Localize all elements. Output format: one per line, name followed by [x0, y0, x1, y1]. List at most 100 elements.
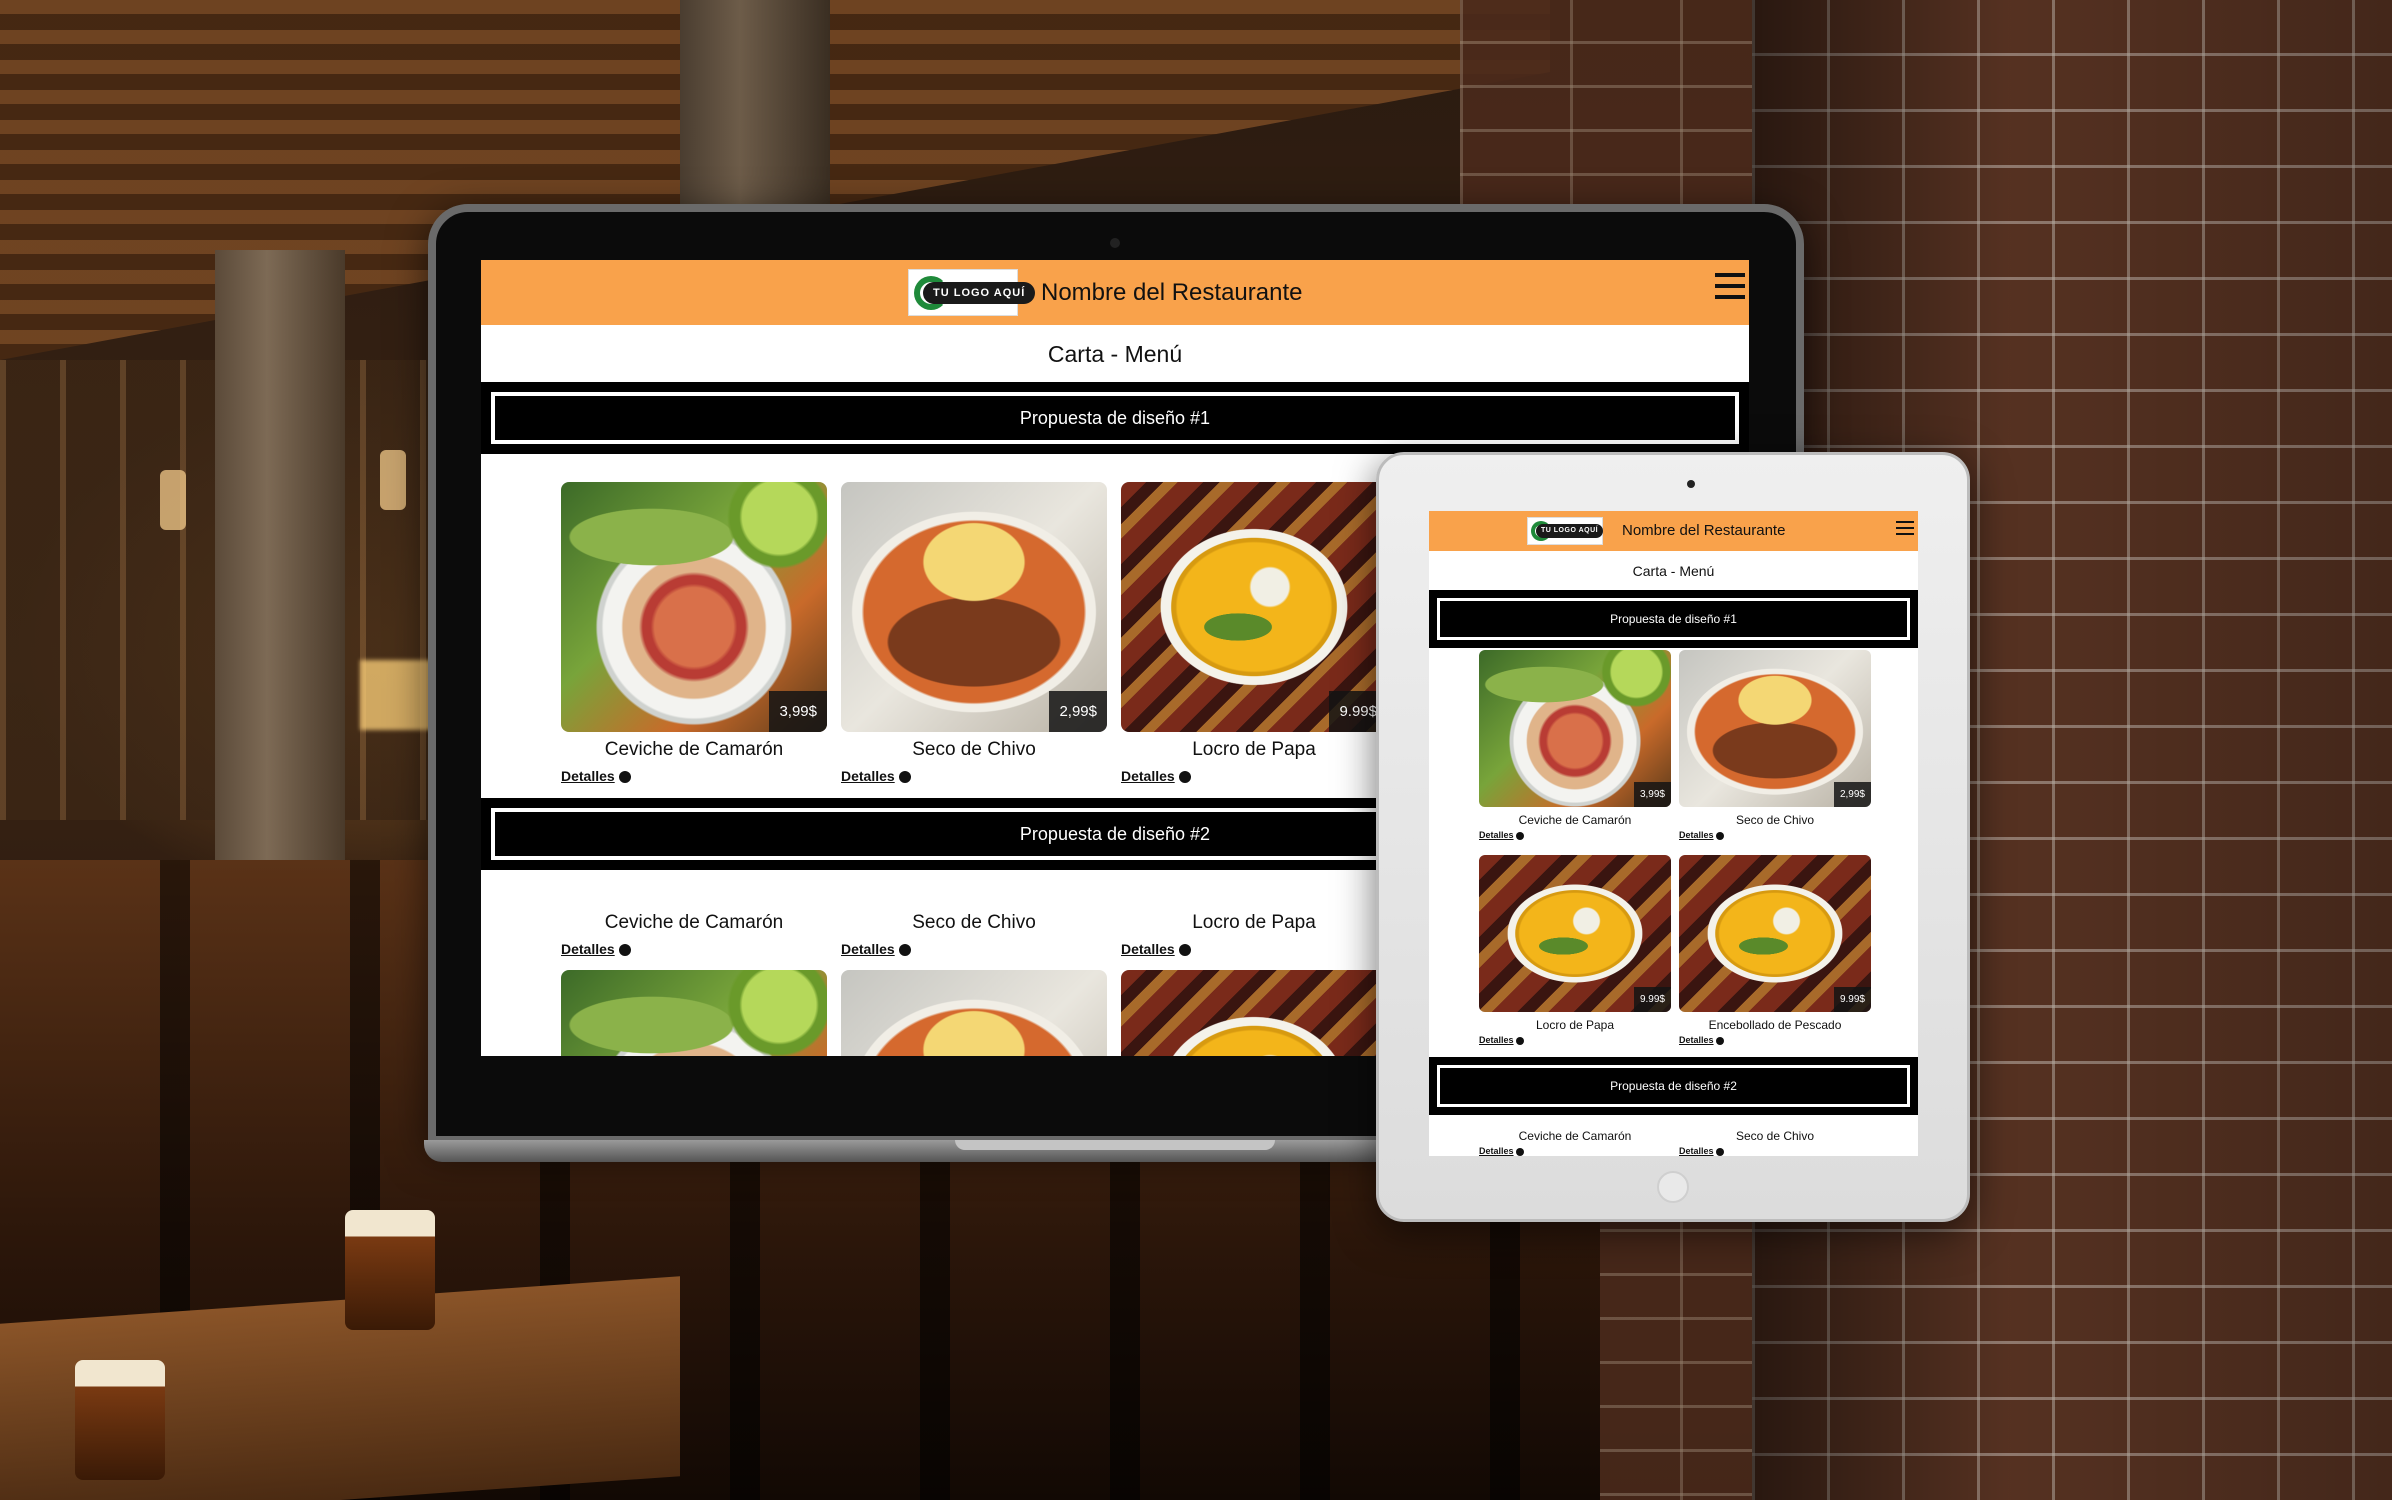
- logo-text: TU LOGO AQUÍ: [1536, 524, 1604, 538]
- details-label: Detalles: [1679, 1035, 1714, 1045]
- details-link[interactable]: Detalles: [1679, 1146, 1724, 1156]
- info-circle-icon: [1715, 1036, 1724, 1045]
- restaurant-name: Nombre del Restaurante: [1622, 522, 1786, 539]
- beer-mug: [75, 1360, 165, 1480]
- info-circle-icon: [618, 771, 631, 784]
- section-header[interactable]: Propuesta de diseño #1: [1429, 590, 1918, 648]
- info-circle-icon: [898, 944, 911, 957]
- info-circle-icon: [1715, 831, 1724, 840]
- dish-name: Seco de Chivo: [1735, 813, 1815, 827]
- info-circle-icon: [1178, 944, 1191, 957]
- details-link[interactable]: Detalles: [561, 768, 631, 784]
- menu-heading: Carta - Menú: [1047, 341, 1183, 367]
- ceviche-photo: 3,99$: [561, 482, 827, 732]
- locro-photo: 9.99$: [1479, 855, 1671, 1012]
- info-circle-icon: [618, 944, 631, 957]
- hamburger-icon[interactable]: [1715, 273, 1745, 299]
- menu-card[interactable]: 9.99$ Encebollado de Pescado Detalles: [1679, 855, 1871, 1051]
- dish-name: Locro de Papa: [1192, 739, 1316, 760]
- price-badge: 9.99$: [1833, 987, 1871, 1012]
- encebollado-photo: 9.99$: [1679, 855, 1871, 1012]
- details-link[interactable]: Detalles: [1479, 1146, 1524, 1156]
- restaurant-logo[interactable]: TU LOGO AQUÍ: [908, 269, 1036, 316]
- details-label: Detalles: [1479, 830, 1514, 840]
- info-circle-icon: [1515, 831, 1524, 840]
- info-circle-icon: [1515, 1036, 1524, 1045]
- laptop-notch: [955, 1140, 1275, 1150]
- seco-photo: [841, 970, 1107, 1056]
- price-badge: 3,99$: [769, 691, 827, 732]
- details-link[interactable]: Detalles: [841, 941, 911, 957]
- details-label: Detalles: [1679, 1146, 1714, 1156]
- restaurant-logo[interactable]: TU LOGO AQUÍ: [1527, 517, 1604, 545]
- menu-card[interactable]: 2,99$ Seco de Chivo Detalles: [841, 482, 1107, 792]
- menu-heading: Carta - Menú: [1632, 563, 1715, 579]
- locro-photo: [1121, 970, 1387, 1056]
- menu-card[interactable]: Seco de Chivo Detalles: [1679, 1129, 1871, 1156]
- seco-photo: 2,99$: [1679, 650, 1871, 807]
- details-label: Detalles: [1121, 768, 1175, 784]
- dish-name: Ceviche de Camarón: [1518, 1129, 1632, 1143]
- beer-mug: [345, 1210, 435, 1330]
- section-title: Propuesta de diseño #1: [1437, 598, 1910, 640]
- restaurant-name: Nombre del Restaurante: [1041, 279, 1303, 306]
- details-link[interactable]: Detalles: [561, 941, 631, 957]
- details-label: Detalles: [561, 941, 615, 957]
- menu-card[interactable]: Ceviche de Camarón Detalles: [1479, 1129, 1671, 1156]
- price-badge: 3,99$: [1633, 782, 1671, 807]
- ceviche-photo: [561, 970, 827, 1056]
- section-header[interactable]: Propuesta de diseño #1: [481, 382, 1749, 454]
- dish-name: Seco de Chivo: [1735, 1129, 1815, 1143]
- lamp: [380, 450, 406, 510]
- section-title: Propuesta de diseño #1: [491, 392, 1739, 444]
- section-header[interactable]: Propuesta de diseño #2: [1429, 1057, 1918, 1115]
- details-label: Detalles: [561, 768, 615, 784]
- site-header: TU LOGO AQUÍ Nombre del Restaurante: [481, 260, 1749, 325]
- menu-card[interactable]: 3,99$ Ceviche de Camarón Detalles: [561, 482, 827, 792]
- site-header: TU LOGO AQUÍ Nombre del Restaurante: [1429, 511, 1918, 551]
- section-title: Propuesta de diseño #2: [1437, 1065, 1910, 1107]
- dish-name: Ceviche de Camarón: [604, 739, 784, 760]
- details-label: Detalles: [1479, 1035, 1514, 1045]
- menu-card[interactable]: 9.99$ Locro de Papa Detalles: [1121, 482, 1387, 792]
- details-label: Detalles: [841, 941, 895, 957]
- details-link[interactable]: Detalles: [1479, 830, 1524, 840]
- logo-text: TU LOGO AQUÍ: [923, 281, 1036, 304]
- info-circle-icon: [1715, 1147, 1724, 1156]
- info-circle-icon: [1515, 1147, 1524, 1156]
- tablet-screen: TU LOGO AQUÍ Nombre del Restaurante Cart…: [1429, 511, 1918, 1156]
- menu-card[interactable]: 3,99$ Ceviche de Camarón Detalles: [1479, 650, 1671, 846]
- info-circle-icon: [1178, 771, 1191, 784]
- details-label: Detalles: [1121, 941, 1175, 957]
- home-button[interactable]: [1657, 1171, 1689, 1203]
- locro-photo: 9.99$: [1121, 482, 1387, 732]
- details-link[interactable]: Detalles: [1679, 830, 1724, 840]
- dish-name: Locro de Papa: [1192, 912, 1316, 933]
- details-link[interactable]: Detalles: [841, 768, 911, 784]
- dish-name: Seco de Chivo: [912, 912, 1036, 933]
- menu-card[interactable]: Ceviche de Camarón Detalles: [561, 912, 827, 1056]
- dish-name: Encebollado de Pescado: [1708, 1018, 1842, 1032]
- info-circle-icon: [898, 771, 911, 784]
- seco-photo: 2,99$: [841, 482, 1107, 732]
- price-badge: 2,99$: [1049, 691, 1107, 732]
- ceviche-photo: 3,99$: [1479, 650, 1671, 807]
- dish-name: Seco de Chivo: [912, 739, 1036, 760]
- details-link[interactable]: Detalles: [1479, 1035, 1524, 1045]
- details-link[interactable]: Detalles: [1121, 768, 1191, 784]
- details-link[interactable]: Detalles: [1121, 941, 1191, 957]
- details-link[interactable]: Detalles: [1679, 1035, 1724, 1045]
- lamp: [160, 470, 186, 530]
- details-label: Detalles: [1679, 830, 1714, 840]
- laptop-camera: [1110, 238, 1120, 248]
- menu-card[interactable]: Seco de Chivo Detalles: [841, 912, 1107, 1056]
- menu-card[interactable]: 2,99$ Seco de Chivo Detalles: [1679, 650, 1871, 846]
- price-badge: 2,99$: [1833, 782, 1871, 807]
- details-label: Detalles: [1479, 1146, 1514, 1156]
- menu-card[interactable]: 9.99$ Locro de Papa Detalles: [1479, 855, 1671, 1051]
- price-badge: 9.99$: [1633, 987, 1671, 1012]
- dish-name: Ceviche de Camarón: [1518, 813, 1632, 827]
- menu-card[interactable]: Locro de Papa Detalles: [1121, 912, 1387, 1056]
- hamburger-icon[interactable]: [1896, 521, 1914, 539]
- dish-name: Ceviche de Camarón: [604, 912, 784, 933]
